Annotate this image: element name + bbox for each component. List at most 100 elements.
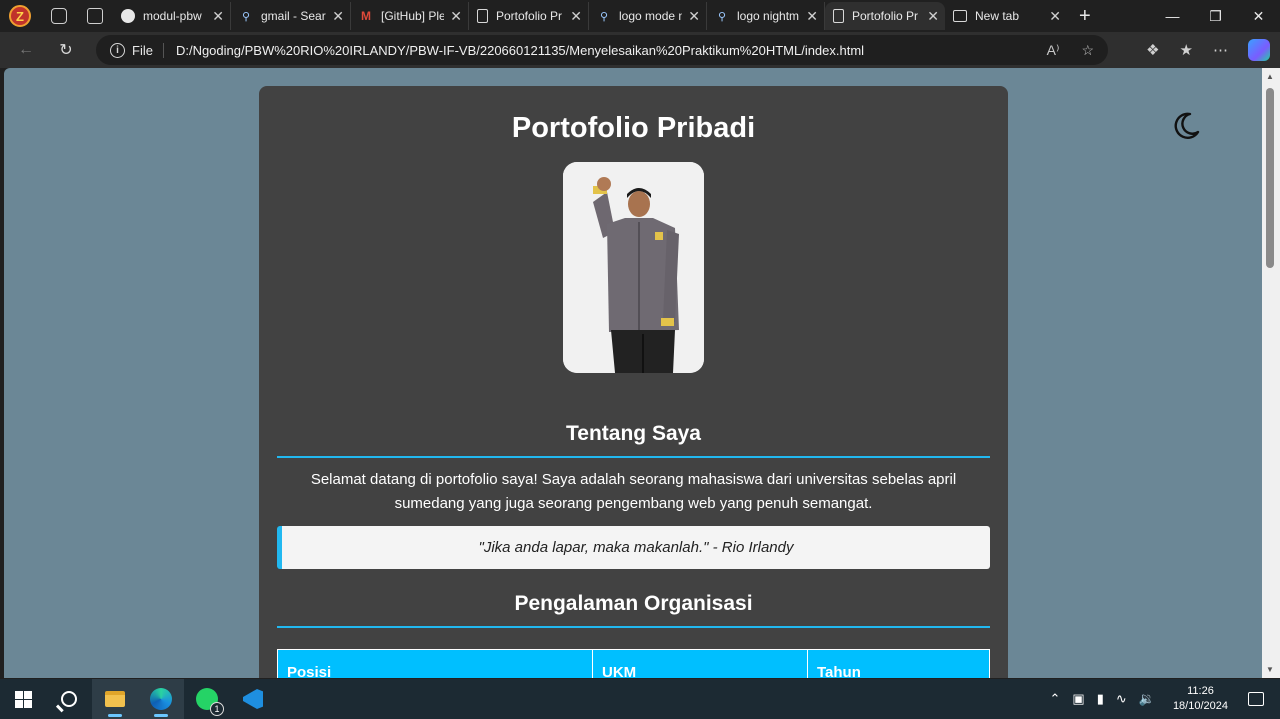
tab-modul-pbw[interactable]: modul-pbw ✕ xyxy=(113,2,231,30)
notifications-icon[interactable] xyxy=(1248,692,1264,706)
favorites-icon[interactable]: ★ xyxy=(1180,41,1193,59)
system-tray: ⌃ ▣ ▮ ∿ 🔉 11:26 18/10/2024 xyxy=(1049,679,1280,719)
close-icon[interactable]: ✕ xyxy=(688,8,700,25)
more-options-icon[interactable]: ⋯ xyxy=(1213,41,1228,59)
search-icon: ⚲ xyxy=(717,10,727,23)
about-heading: Tentang Saya xyxy=(566,422,701,445)
close-icon[interactable]: ✕ xyxy=(212,8,224,25)
taskbar-edge[interactable] xyxy=(138,679,184,719)
column-header-ukm: UKM xyxy=(592,649,808,678)
tab-title: New tab xyxy=(975,9,1020,23)
browser-tab-strip: Z modul-pbw ✕ ⚲ gmail - Sear ✕ M [GitHub… xyxy=(0,0,1280,32)
table-header-row: Posisi UKM Tahun xyxy=(277,649,990,678)
tab-new-tab[interactable]: New tab ✕ xyxy=(945,2,1067,30)
tab-gmail-search[interactable]: ⚲ gmail - Sear ✕ xyxy=(231,2,351,30)
tab-title: [GitHub] Ple xyxy=(381,9,445,23)
newtab-icon xyxy=(953,10,967,22)
github-icon xyxy=(121,9,135,23)
close-icon[interactable]: ✕ xyxy=(332,8,344,25)
copilot-icon[interactable] xyxy=(1248,39,1270,61)
folder-icon xyxy=(105,691,125,707)
about-divider xyxy=(277,456,990,458)
column-header-tahun: Tahun xyxy=(807,649,990,678)
address-bar[interactable]: i File D:/Ngoding/PBW%20RIO%20IRLANDY/PB… xyxy=(96,35,1108,65)
gmail-icon: M xyxy=(361,9,371,23)
page-icon xyxy=(477,9,488,23)
minimize-button[interactable]: — xyxy=(1151,8,1194,24)
taskbar-vscode[interactable] xyxy=(230,679,276,719)
volume-icon[interactable]: 🔉 xyxy=(1139,691,1155,707)
vscode-icon xyxy=(243,689,263,709)
restore-button[interactable]: ❐ xyxy=(1194,8,1237,25)
edge-browser-icon xyxy=(150,688,172,710)
workspaces-icon[interactable] xyxy=(51,8,67,24)
close-icon[interactable]: ✕ xyxy=(1049,8,1061,25)
close-icon[interactable]: ✕ xyxy=(450,8,462,25)
close-window-button[interactable]: ✕ xyxy=(1237,8,1280,25)
wifi-icon[interactable]: ∿ xyxy=(1116,691,1127,707)
organization-heading: Pengalaman Organisasi xyxy=(514,592,753,615)
tab-github-mail[interactable]: M [GitHub] Ple ✕ xyxy=(351,2,469,30)
portfolio-card: Portofolio Pribadi Tentang Saya Selamat … xyxy=(259,86,1008,678)
tab-title: logo nightm xyxy=(737,9,800,23)
extensions-icon[interactable]: ❖ xyxy=(1146,41,1159,59)
scheme-label: File xyxy=(132,42,164,58)
new-tab-button[interactable]: + xyxy=(1079,5,1091,28)
about-text: Selamat datang di portofolio saya! Saya … xyxy=(310,471,957,512)
tab-logo-nightmode[interactable]: ⚲ logo nightm ✕ xyxy=(707,2,825,30)
column-header-posisi: Posisi xyxy=(277,649,593,678)
page-title: Portofolio Pribadi xyxy=(511,112,756,144)
url-text[interactable]: D:/Ngoding/PBW%20RIO%20IRLANDY/PBW-IF-VB… xyxy=(176,43,864,58)
info-icon[interactable]: i xyxy=(110,42,125,58)
window-controls: — ❐ ✕ xyxy=(1151,0,1280,32)
start-button[interactable] xyxy=(0,679,46,719)
battery-icon[interactable]: ▮ xyxy=(1097,691,1104,707)
tab-logo-mode[interactable]: ⚲ logo mode n ✕ xyxy=(589,2,707,30)
page-viewport: Portofolio Pribadi Tentang Saya Selamat … xyxy=(4,68,1262,678)
taskbar-file-explorer[interactable] xyxy=(92,679,138,719)
taskbar-search-button[interactable] xyxy=(46,679,92,719)
search-icon: ⚲ xyxy=(241,10,251,23)
page-scrollbar[interactable]: ▲ ▼ xyxy=(1262,68,1280,678)
page-icon xyxy=(833,9,844,23)
tab-title: logo mode n xyxy=(619,9,683,23)
taskbar: 1 ⌃ ▣ ▮ ∿ 🔉 11:26 18/10/2024 xyxy=(0,679,1280,719)
scroll-thumb[interactable] xyxy=(1266,88,1274,268)
whatsapp-icon: 1 xyxy=(196,688,224,716)
search-icon xyxy=(61,691,77,707)
scroll-down-icon[interactable]: ▼ xyxy=(1266,665,1274,674)
favorite-star-icon[interactable]: ☆ xyxy=(1081,42,1094,59)
scroll-up-icon[interactable]: ▲ xyxy=(1266,72,1274,81)
search-icon: ⚲ xyxy=(599,10,609,23)
person-photo-icon xyxy=(563,162,704,373)
tab-portofolio-active[interactable]: Portofolio Pr ✕ xyxy=(825,2,945,30)
organization-table: Posisi UKM Tahun xyxy=(277,649,990,678)
meet-now-icon[interactable]: ▣ xyxy=(1072,691,1084,707)
tab-title: Portofolio Pr xyxy=(496,9,563,23)
browser-profile-icon[interactable]: Z xyxy=(9,5,31,27)
close-icon[interactable]: ✕ xyxy=(806,8,818,25)
clock-time: 11:26 xyxy=(1187,685,1214,697)
moon-icon[interactable] xyxy=(1170,110,1202,142)
refresh-button[interactable]: ↻ xyxy=(46,40,86,60)
chevron-up-icon[interactable]: ⌃ xyxy=(1049,691,1060,707)
windows-logo-icon xyxy=(14,690,32,708)
tab-portofolio-1[interactable]: Portofolio Pr ✕ xyxy=(469,2,589,30)
tab-title: gmail - Sear xyxy=(261,9,326,23)
organization-divider xyxy=(277,626,990,628)
tab-title: modul-pbw xyxy=(143,9,202,23)
tab-title: Portofolio Pr xyxy=(852,9,919,23)
quote-block: "Jika anda lapar, maka makanlah." - Rio … xyxy=(277,526,990,569)
notification-badge: 1 xyxy=(210,702,224,716)
tab-actions-icon[interactable] xyxy=(87,8,103,24)
toolbar-actions: ❖ ★ ⋯ xyxy=(1146,32,1270,68)
close-icon[interactable]: ✕ xyxy=(570,8,582,25)
taskbar-clock[interactable]: 11:26 18/10/2024 xyxy=(1173,684,1228,714)
browser-toolbar: ← ↻ i File D:/Ngoding/PBW%20RIO%20IRLAND… xyxy=(0,32,1280,68)
back-button[interactable]: ← xyxy=(6,41,46,59)
taskbar-whatsapp[interactable]: 1 xyxy=(184,679,230,719)
read-aloud-icon[interactable]: A⁾ xyxy=(1047,42,1060,59)
close-icon[interactable]: ✕ xyxy=(927,8,939,25)
clock-date: 18/10/2024 xyxy=(1172,700,1228,712)
profile-photo xyxy=(563,162,704,373)
